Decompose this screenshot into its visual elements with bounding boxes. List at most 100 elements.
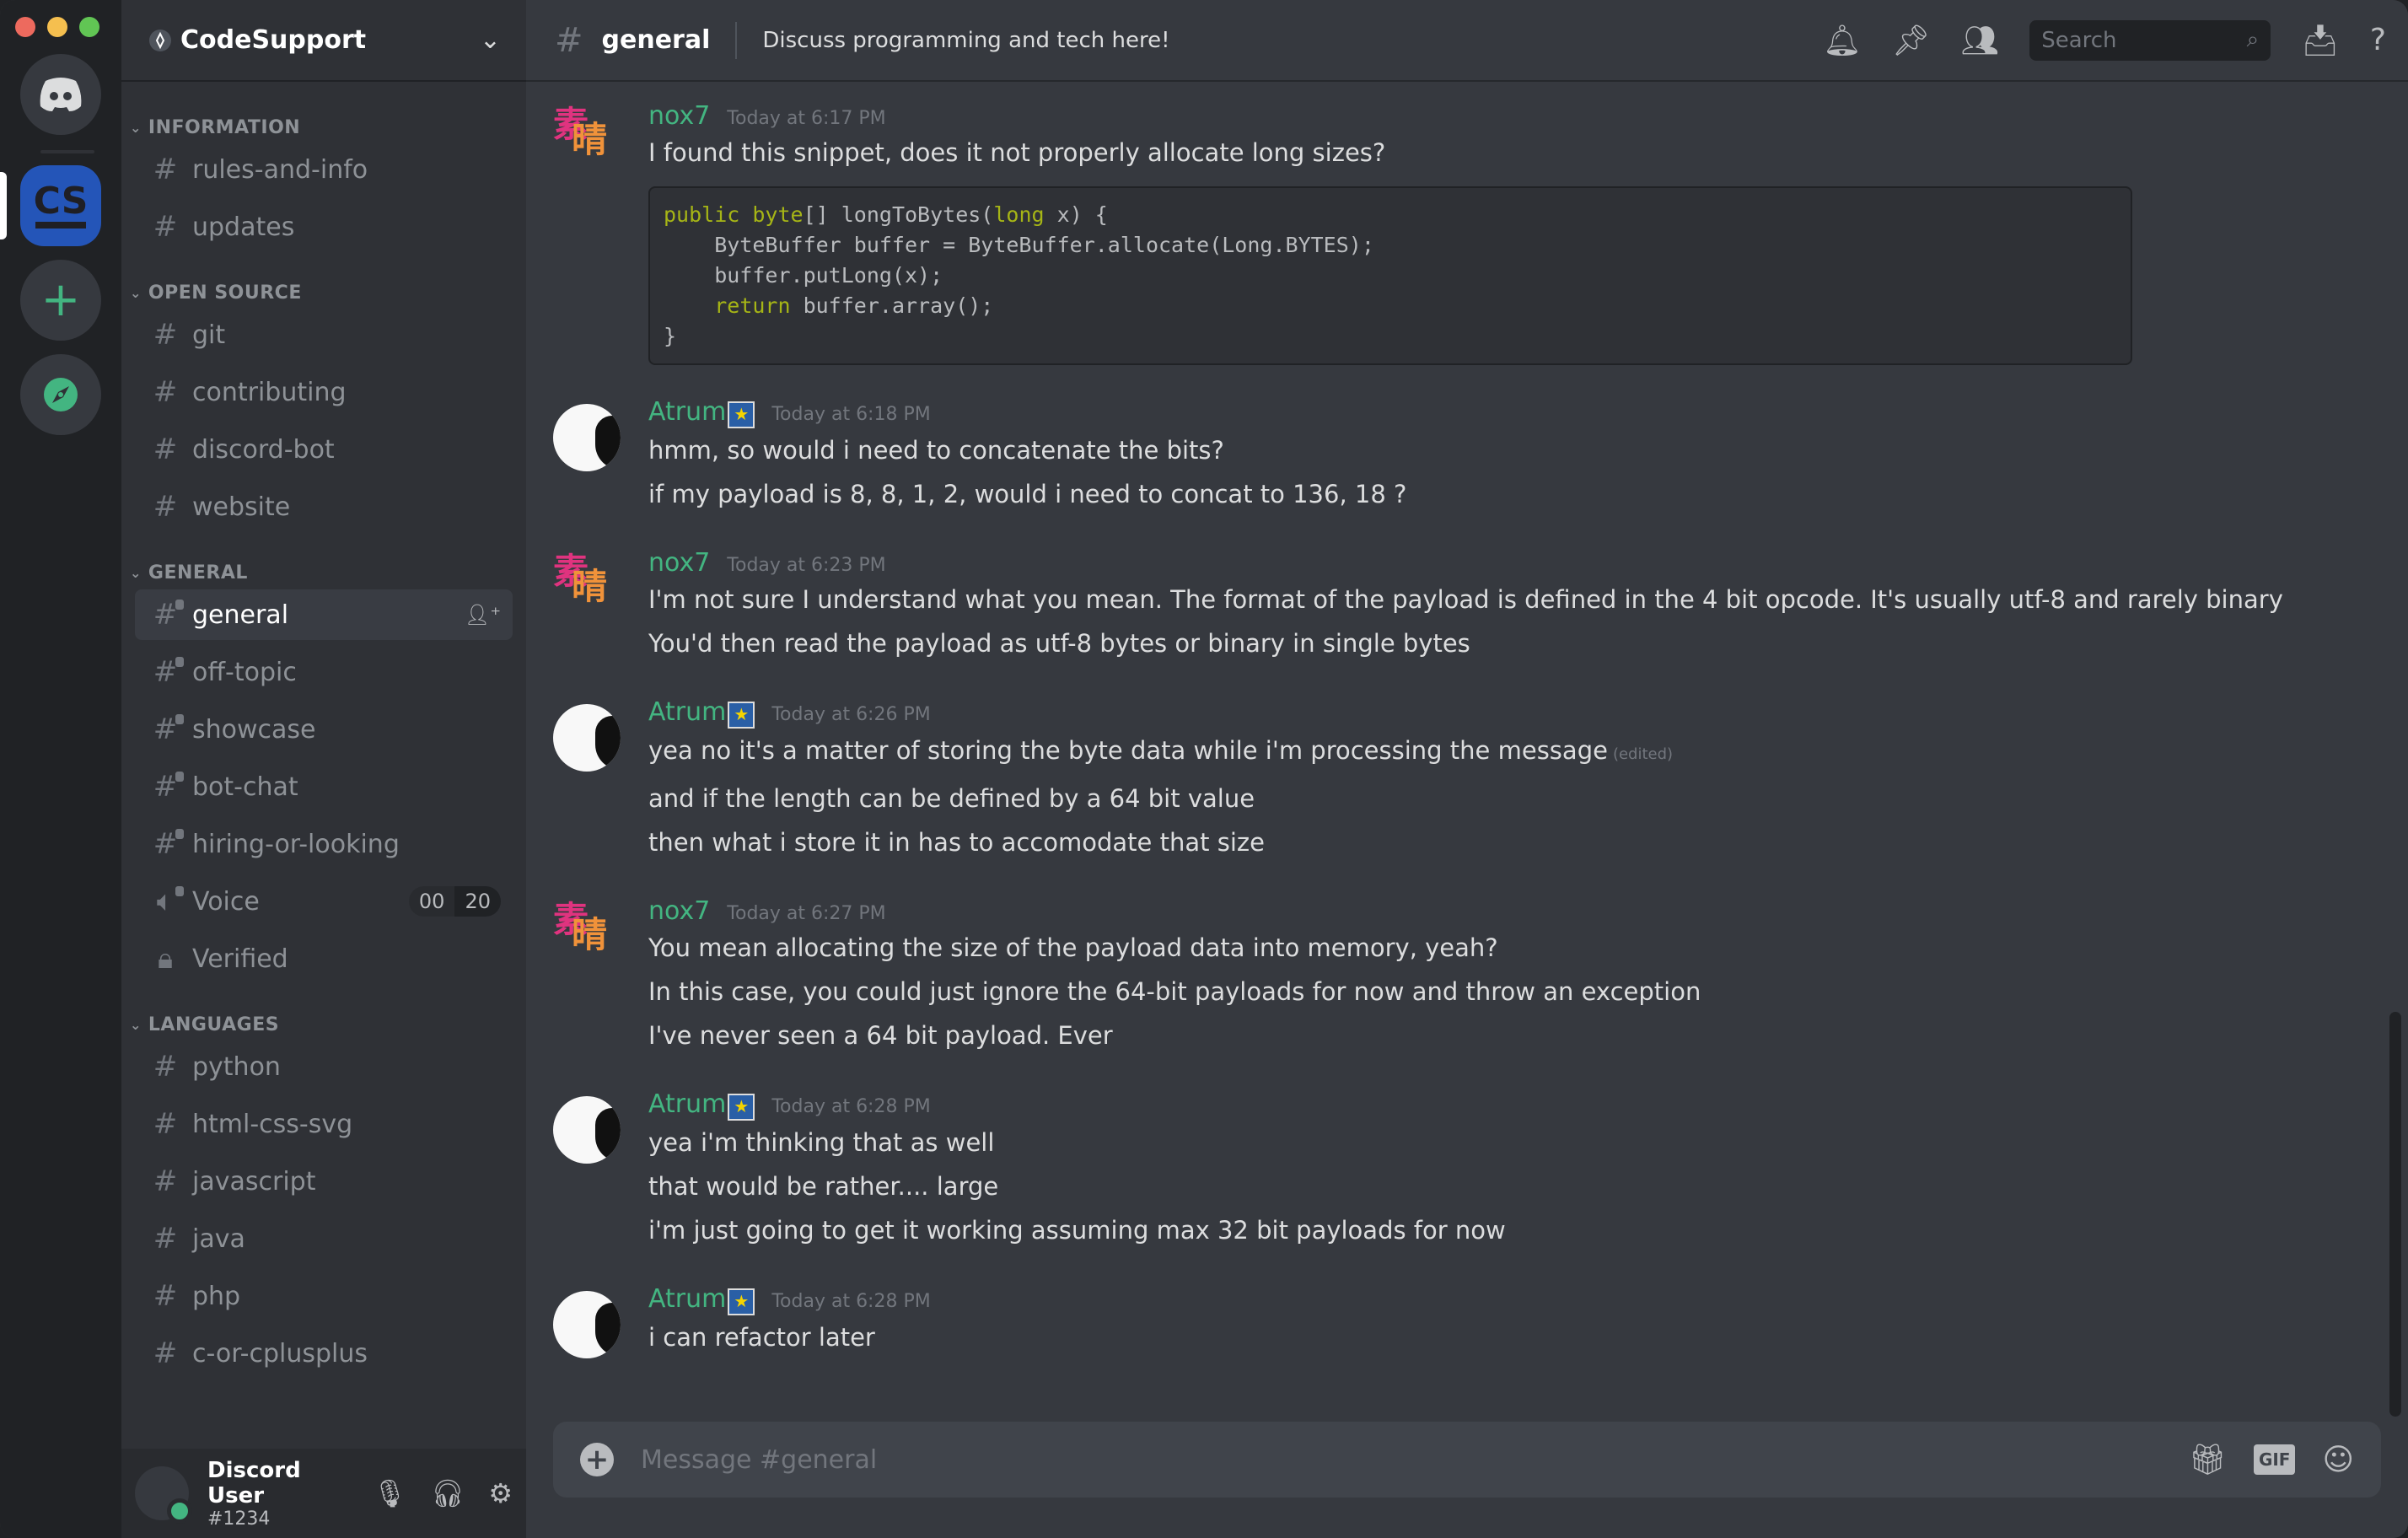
channel-topic: Discuss programming and tech here! [762,27,1170,53]
message-group: 素晴 nox7 Today at 6:23 PM I'm not sure I und… [526,548,2388,665]
gif-button[interactable]: GIF [2253,1444,2296,1475]
members-icon[interactable]: 👥︎ [1960,23,1999,58]
message-header: Atrum ★ Today at 6:18 PM [648,397,2388,428]
avatar[interactable]: 素晴 [553,902,621,971]
sidebar-item-hiring-or-looking[interactable]: # hiring-or-looking [135,819,513,869]
channel-label: off-topic [192,657,297,687]
channel-label: c-or-cplusplus [192,1338,368,1369]
bell-icon[interactable]: 🔔︎ [1823,23,1862,58]
help-icon[interactable]: ? [2370,23,2386,57]
plus-icon: + [40,272,81,327]
zoom-window-button[interactable] [79,17,99,37]
gear-icon[interactable]: ⚙ [488,1477,513,1509]
minimize-window-button[interactable] [47,17,67,37]
timestamp: Today at 6:27 PM [727,903,886,924]
timestamp: Today at 6:28 PM [771,1096,931,1117]
hash-icon: # [150,655,184,689]
author-name[interactable]: Atrum [648,1089,726,1119]
category-open-source[interactable]: ⌄ OPEN SOURCE [121,276,526,309]
explore-servers-button[interactable] [20,354,101,435]
sidebar-item-c-or-cplusplus[interactable]: # c-or-cplusplus [135,1328,513,1379]
search-input[interactable]: Search ⌕ [2029,19,2271,61]
emoji-icon[interactable]: ☺ [2322,1443,2354,1477]
sidebar-item-general[interactable]: # general 👤︎⁺ [135,589,513,640]
inbox-icon[interactable]: 📥︎ [2301,23,2340,58]
close-window-button[interactable] [15,17,35,37]
avatar[interactable] [553,704,621,772]
sidebar-item-updates[interactable]: # updates [135,202,513,252]
message-header: Atrum ★ Today at 6:26 PM [648,697,2388,729]
create-invite-icon[interactable]: 👤︎⁺ [465,603,501,626]
message-header: nox7 Today at 6:23 PM [648,548,2388,578]
category-information[interactable]: ⌄ INFORMATION [121,110,526,144]
hash-icon: # [153,490,178,524]
channel-label: hiring-or-looking [192,829,400,859]
author-name[interactable]: Atrum [648,697,726,727]
attach-plus-icon[interactable]: + [580,1443,614,1476]
avatar[interactable] [553,1291,621,1358]
sidebar-item-php[interactable]: # php [135,1271,513,1321]
search-placeholder: Search [2041,27,2117,53]
sidebar-item-python[interactable]: # python [135,1041,513,1092]
hash-icon: # [153,1279,178,1313]
chevron-down-icon: ⌄ [130,284,142,301]
sidebar-item-voice[interactable]: 🔈︎ Voice 00 20 [135,876,513,927]
lock-icon: 🔒︎ [157,942,174,976]
home-button[interactable] [20,54,101,135]
sidebar-item-java[interactable]: # java [135,1213,513,1264]
timestamp: Today at 6:23 PM [727,555,886,576]
headphones-icon[interactable]: 🎧︎ [431,1477,465,1509]
add-server-button[interactable]: + [20,260,101,341]
code-keyword: byte [752,202,804,227]
sidebar-item-javascript[interactable]: # javascript [135,1156,513,1207]
avatar[interactable] [553,1096,621,1164]
sidebar-item-showcase[interactable]: # showcase [135,704,513,755]
code-keyword: long [993,202,1045,227]
speaker-icon: 🔈︎ [150,885,184,918]
hash-icon: # [153,1050,178,1084]
author-name[interactable]: Atrum [648,397,726,427]
sidebar-item-rules-and-info[interactable]: # rules-and-info [135,144,513,195]
sidebar-item-verified[interactable]: 🔒︎ Verified [135,933,513,984]
category-languages[interactable]: ⌄ LANGUAGES [121,1008,526,1041]
messages-scrollbar[interactable] [2389,1012,2401,1417]
avatar[interactable]: 素晴 [553,107,621,175]
author-name[interactable]: nox7 [648,548,710,578]
microphone-icon[interactable]: 🎙︎ [373,1477,407,1509]
avatar[interactable] [135,1466,192,1524]
chevron-down-icon: ⌄ [130,1016,142,1033]
avatar[interactable] [553,404,621,471]
user-tag: #1234 [207,1508,271,1530]
user-info[interactable]: Discord User #1234 [207,1458,349,1530]
sidebar-item-html-css-svg[interactable]: # html-css-svg [135,1099,513,1149]
category-general[interactable]: ⌄ GENERAL [121,556,526,589]
window-controls [15,17,99,37]
message-group: 素晴 nox7 Today at 6:17 PM I found this snipp… [526,101,2388,365]
sidebar-item-website[interactable]: # website [135,481,513,532]
message-text: i'm just going to get it working assumin… [648,1216,1506,1245]
active-server-indicator [0,172,7,239]
sidebar-item-discord-bot[interactable]: # discord-bot [135,424,513,475]
server-header[interactable]: CodeSupport ⌄ [121,0,526,80]
author-name[interactable]: Atrum [648,1284,726,1314]
gift-icon[interactable]: 🎁︎ [2188,1442,2227,1477]
author-name[interactable]: nox7 [648,896,710,926]
server-codesupport[interactable]: CS [20,165,101,246]
author-name[interactable]: nox7 [648,101,710,131]
sidebar-item-bot-chat[interactable]: # bot-chat [135,761,513,812]
channel-label: contributing [192,377,347,407]
message-text: I've never seen a 64 bit payload. Ever [648,1021,1113,1050]
verified-server-icon [149,29,171,51]
voice-user-count: 00 [408,886,455,917]
chevron-down-icon[interactable]: ⌄ [480,25,501,55]
avatar[interactable]: 素晴 [553,554,621,622]
sidebar-item-git[interactable]: # git [135,309,513,360]
message-group: Atrum ★ Today at 6:28 PM i can refactor lat… [526,1284,2388,1359]
message-input[interactable] [639,1444,2162,1476]
sidebar-item-contributing[interactable]: # contributing [135,367,513,417]
sidebar-item-off-topic[interactable]: # off-topic [135,647,513,697]
message-header: nox7 Today at 6:17 PM [648,101,2388,131]
pin-icon[interactable]: 📌︎ [1892,23,1931,58]
